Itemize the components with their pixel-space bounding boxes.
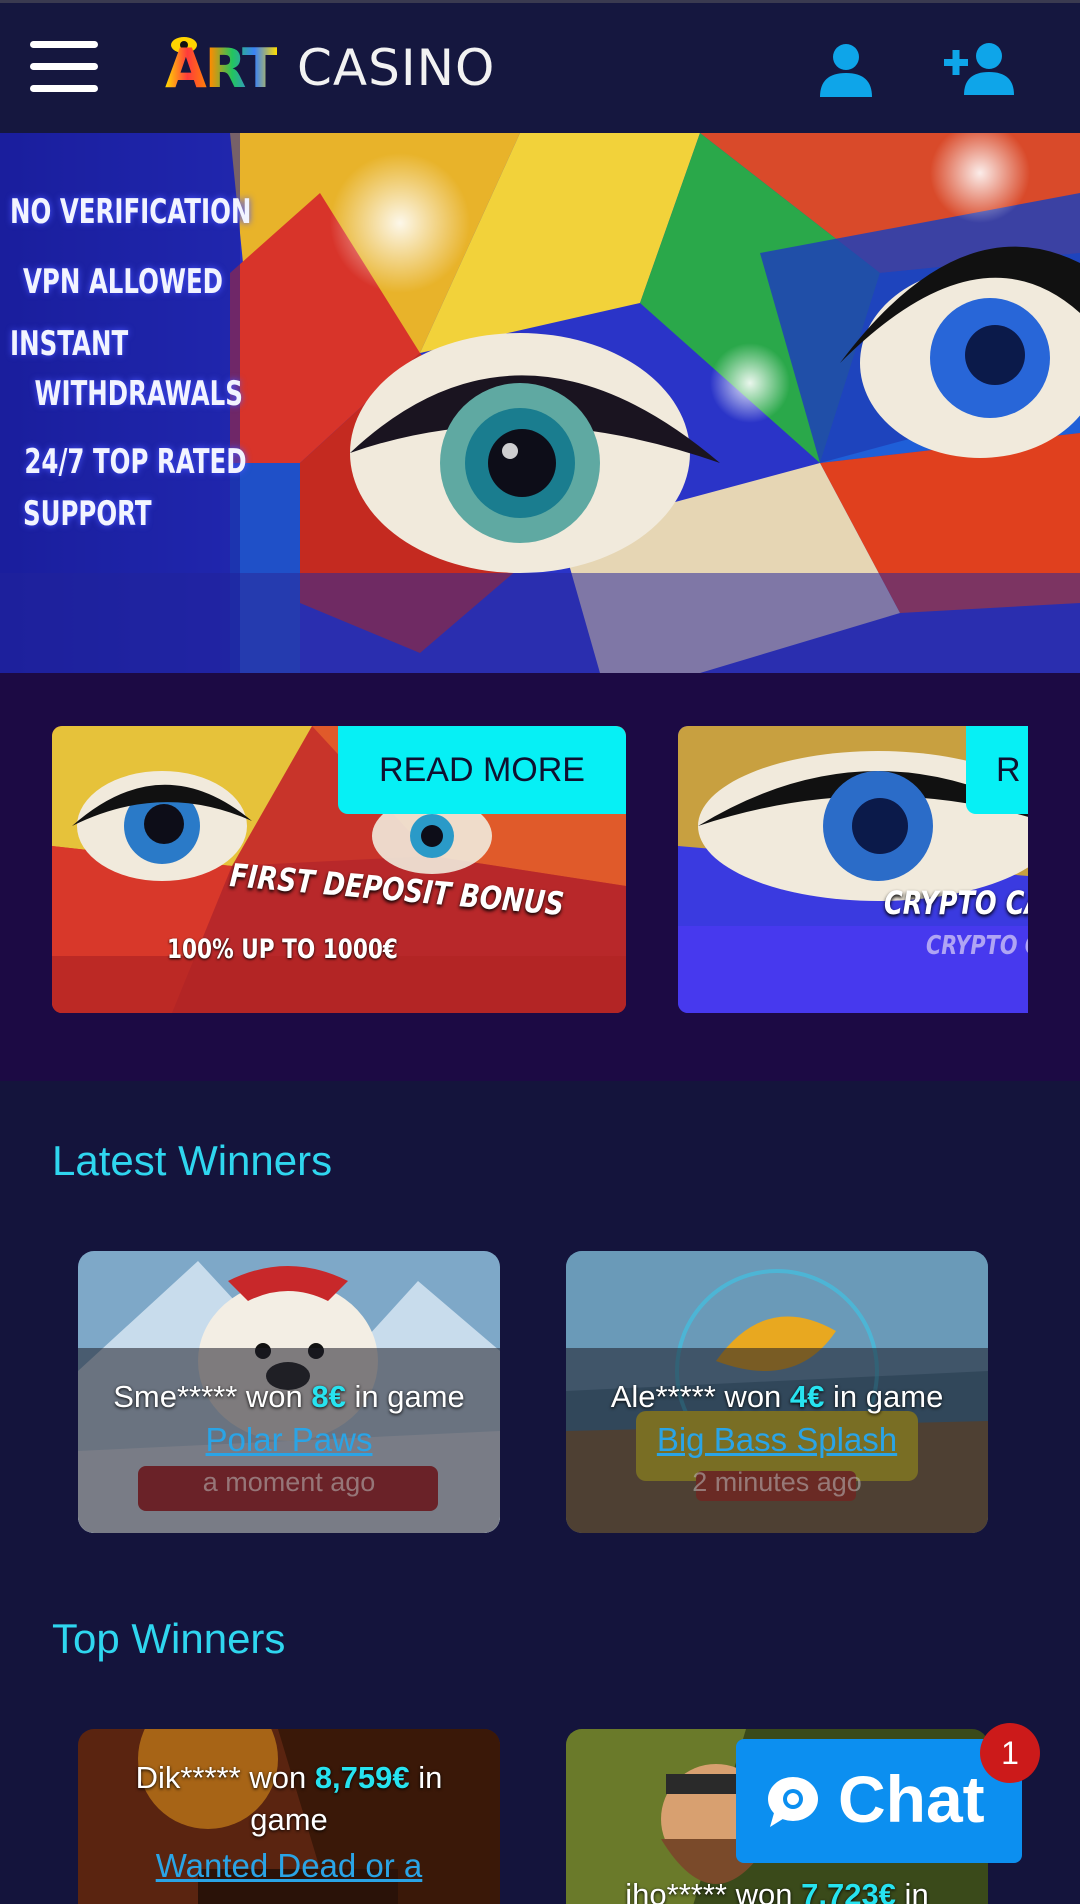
header: ART CASINO [0,3,1080,133]
read-more-button[interactable]: READ MORE [338,726,626,814]
hero-feature-list: NO VERIFICATION VPN ALLOWED INSTANT WITH… [10,192,252,534]
logo[interactable]: ART CASINO [165,29,525,100]
winner-time: a moment ago [202,1467,376,1497]
winner-card[interactable]: Sme***** won 8€ in game Polar Paws a mom… [78,1251,500,1533]
user-icon[interactable] [818,41,874,97]
promo-card-crypto[interactable]: R CRYPTO CA CRYPTO C [678,726,1028,1013]
top-winners-title: Top Winners [52,1615,286,1662]
logo-casino-text: CASINO [297,39,496,97]
winner-card[interactable]: Ale***** won 4€ in game Big Bass Splash … [566,1251,988,1533]
hamburger-icon[interactable] [30,41,98,93]
user-plus-icon[interactable] [944,41,1016,97]
chat-bubble-icon [768,1777,818,1827]
game-link[interactable]: Wanted Dead or a [78,1847,500,1885]
game-link[interactable]: Big Bass Splash [566,1421,988,1459]
latest-winners-title: Latest Winners [52,1137,333,1184]
promotions-carousel[interactable]: READ MORE FIRST DEPOSIT BONUS 100% UP TO… [0,673,1080,1081]
hero-feature-4: WITHDRAWALS [34,374,243,414]
hero-feature-3: INSTANT [10,324,129,364]
chat-notification-badge: 1 [980,1723,1040,1783]
game-link[interactable]: Polar Paws [78,1421,500,1459]
logo-art-text: ART [165,37,279,100]
hero-feature-6: SUPPORT [22,494,152,534]
read-more-button[interactable]: R [966,726,1028,814]
winner-card[interactable]: Dik***** won 8,759€ in game Wanted Dead o… [78,1729,500,1904]
hero-feature-1: NO VERIFICATION [10,192,252,232]
winner-info: Sme***** won 8€ in game [113,1379,465,1414]
winner-info: Dik***** won 8,759€ in game [135,1760,443,1837]
chat-button[interactable]: Chat [736,1739,1022,1863]
promo-subtitle: 100% UP TO 1000€ [167,934,398,965]
hero-banner[interactable]: NO VERIFICATION VPN ALLOWED INSTANT WITH… [0,133,1080,673]
promo-subtitle: CRYPTO C [926,931,1028,961]
winner-info: iho***** won 7,723€ in [625,1877,929,1904]
promo-title: CRYPTO CA [884,884,1028,922]
promo-card-first-deposit[interactable]: READ MORE FIRST DEPOSIT BONUS 100% UP TO… [52,726,626,1013]
winner-info: Ale***** won 4€ in game [610,1379,944,1414]
hero-feature-5: 24/7 TOP RATED [24,442,247,482]
hero-feature-2: VPN ALLOWED [22,262,223,302]
chat-label: Chat [838,1762,985,1836]
winner-time: 2 minutes ago [692,1467,862,1497]
